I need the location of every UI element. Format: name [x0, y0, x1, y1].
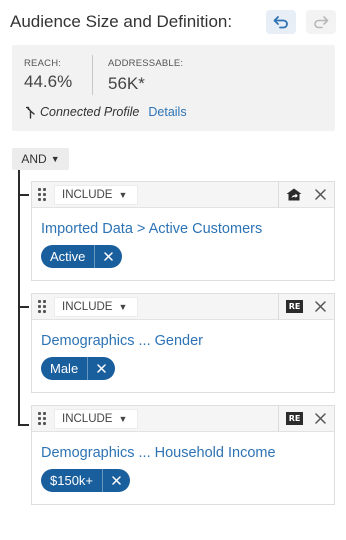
rule-header: INCLUDE ▼ RE — [32, 294, 334, 320]
page-title: Audience Size and Definition: — [10, 12, 233, 31]
tree-connector-branch — [18, 424, 29, 426]
home-share-icon[interactable] — [286, 188, 302, 201]
drag-handle-icon[interactable] — [38, 300, 46, 314]
connected-profile-label: Connected Profile — [40, 105, 140, 119]
tree-connector-branch — [18, 306, 29, 308]
reach-value: 44.6% — [24, 72, 73, 91]
close-icon — [112, 476, 121, 485]
include-label: INCLUDE — [62, 189, 113, 201]
rule-header: INCLUDE ▼ RE — [32, 406, 334, 432]
audience-header: Audience Size and Definition: — [10, 8, 340, 36]
close-icon — [104, 252, 114, 261]
close-icon — [97, 364, 106, 373]
rule-header: INCLUDE ▼ — [32, 182, 334, 208]
caret-down-icon: ▼ — [118, 302, 128, 312]
include-label: INCLUDE — [62, 413, 113, 425]
remove-rule-button[interactable] — [312, 298, 328, 314]
header-separator — [278, 294, 279, 320]
chip-remove-button[interactable] — [94, 245, 122, 268]
include-dropdown[interactable]: INCLUDE ▼ — [54, 185, 138, 205]
include-label: INCLUDE — [62, 301, 113, 313]
connected-profile-row: Connected Profile Details — [25, 105, 187, 119]
redo-icon — [314, 16, 329, 29]
rule-card: INCLUDE ▼ RE Demographics ... Gender Mal… — [31, 293, 335, 393]
header-separator — [278, 182, 279, 208]
header-separator — [278, 406, 279, 432]
value-chip: Active — [41, 245, 123, 268]
rule-attribute-link[interactable]: Imported Data > Active Customers — [41, 221, 262, 237]
chip-label: $150k+ — [50, 473, 94, 488]
undo-button[interactable] — [266, 10, 296, 34]
addressable-label: ADDRESSABLE: — [108, 58, 184, 69]
reach-label: REACH: — [24, 58, 62, 69]
remove-rule-button[interactable] — [312, 186, 328, 202]
tree-connector-line — [18, 170, 20, 426]
redo-button[interactable] — [306, 10, 336, 34]
addressable-value: 56K* — [108, 74, 145, 93]
tree-connector-branch — [18, 194, 29, 196]
include-dropdown[interactable]: INCLUDE ▼ — [54, 297, 138, 317]
chip-remove-button[interactable] — [102, 469, 130, 492]
details-link[interactable]: Details — [148, 105, 186, 119]
close-icon — [314, 412, 326, 424]
rule-attribute-link[interactable]: Demographics ... Gender — [41, 333, 203, 349]
reach-panel: REACH: 44.6% ADDRESSABLE: 56K* Connected… — [12, 45, 335, 131]
drag-handle-icon[interactable] — [38, 412, 46, 426]
close-icon — [314, 188, 326, 200]
caret-down-icon: ▼ — [118, 414, 128, 424]
value-chip: $150k+ — [41, 469, 131, 492]
branch-icon — [26, 106, 35, 119]
logic-operator-label: AND — [21, 152, 47, 166]
undo-icon — [273, 16, 288, 29]
chip-label: Active — [50, 249, 86, 264]
caret-down-icon: ▼ — [50, 154, 60, 164]
logic-operator-dropdown[interactable]: AND ▼ — [12, 148, 69, 170]
close-icon — [314, 300, 326, 312]
value-chip: Male — [41, 357, 116, 380]
caret-down-icon: ▼ — [118, 190, 128, 200]
stats-divider — [92, 55, 93, 95]
chip-remove-button[interactable] — [87, 357, 115, 380]
drag-handle-icon[interactable] — [38, 188, 46, 202]
remove-rule-button[interactable] — [312, 410, 328, 426]
chip-label: Male — [50, 361, 79, 376]
re-badge-icon[interactable]: RE — [286, 300, 303, 313]
rule-card: INCLUDE ▼ Imported Data > Active Custome… — [31, 181, 335, 281]
include-dropdown[interactable]: INCLUDE ▼ — [54, 409, 138, 429]
rule-attribute-link[interactable]: Demographics ... Household Income — [41, 445, 276, 461]
re-badge-icon[interactable]: RE — [286, 412, 303, 425]
rule-card: INCLUDE ▼ RE Demographics ... Household … — [31, 405, 335, 505]
